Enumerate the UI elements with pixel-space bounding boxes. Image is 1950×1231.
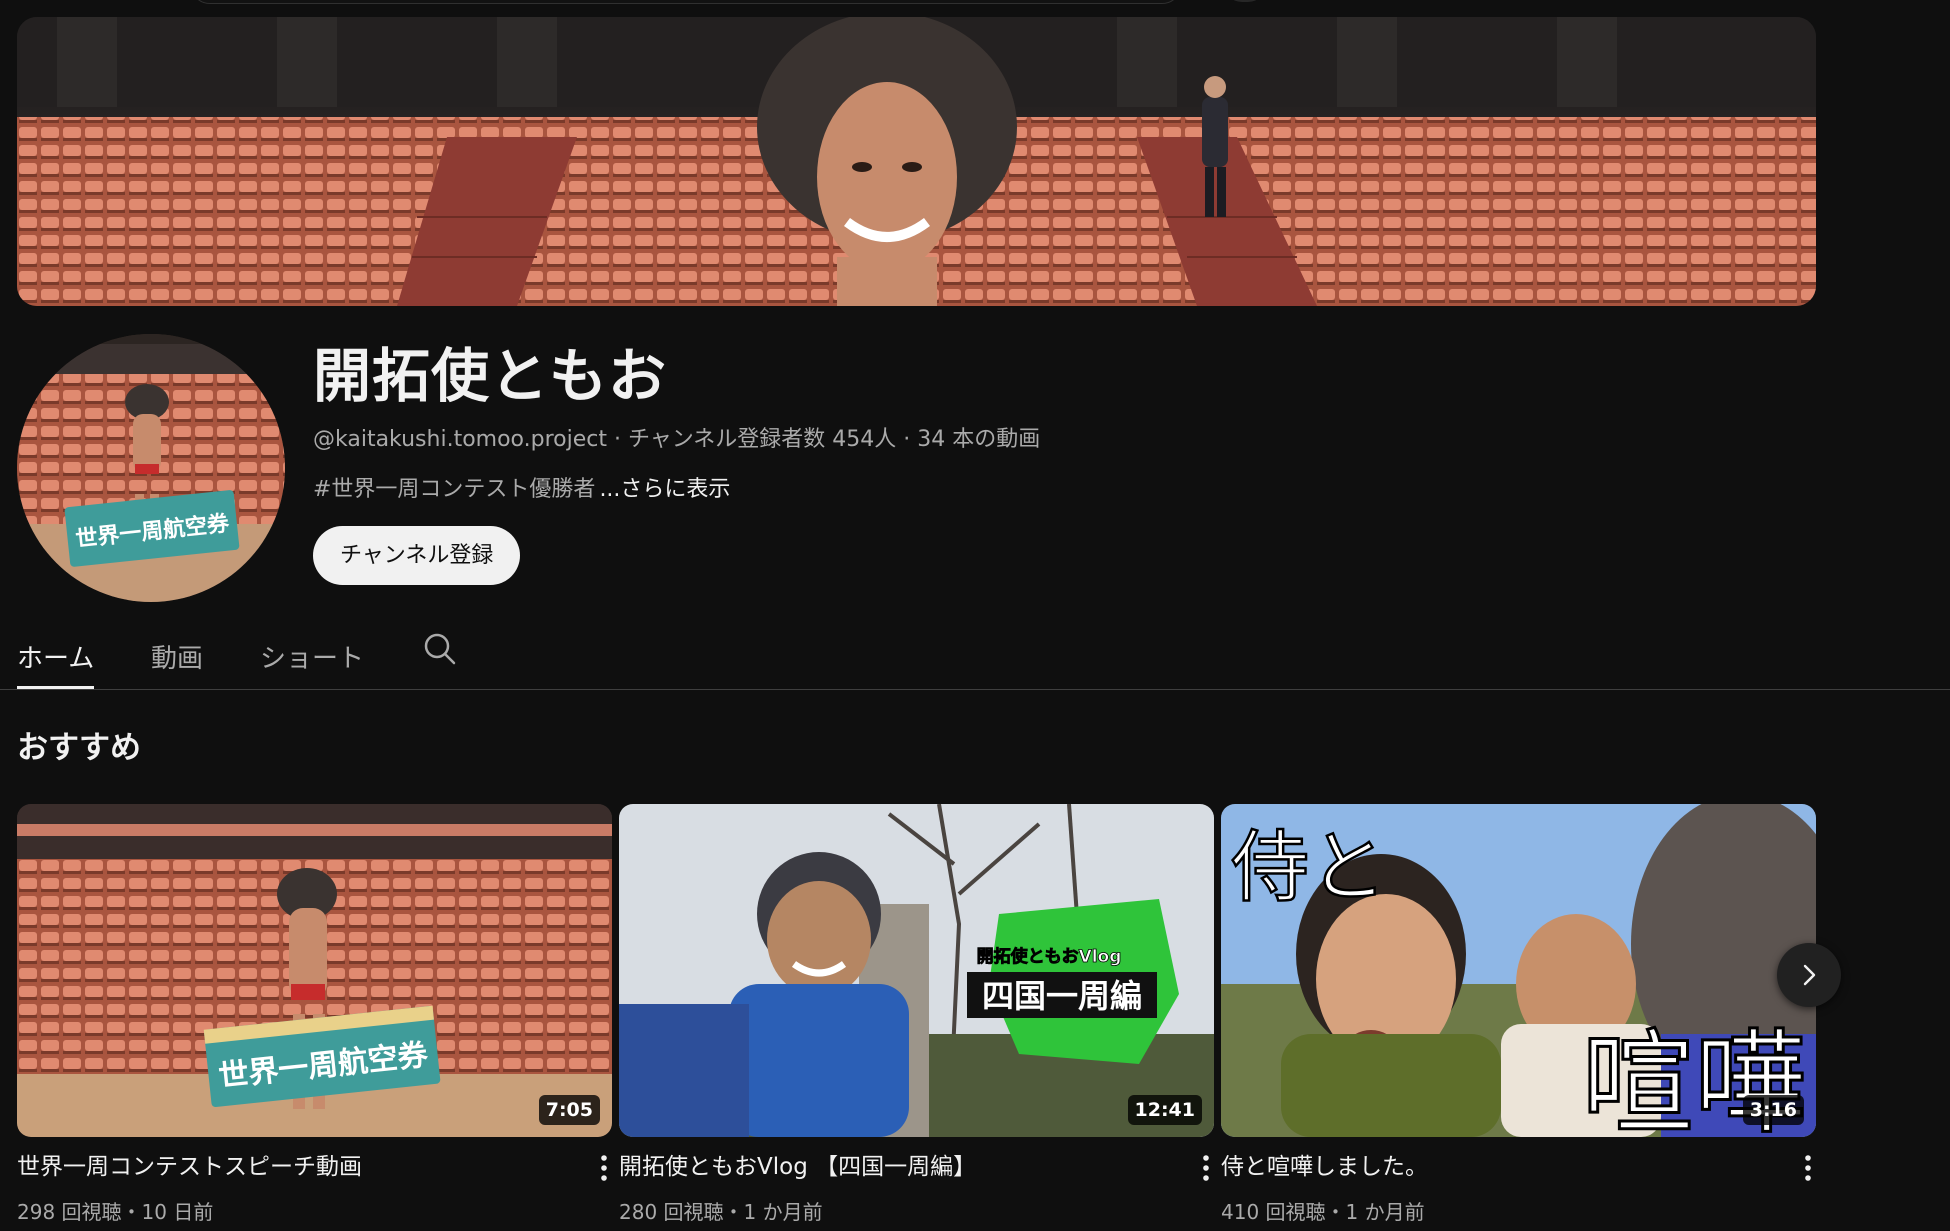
channel-banner	[17, 17, 1816, 306]
video-title[interactable]: 開拓使ともおVlog 【四国一周編】	[619, 1150, 1159, 1184]
video-card[interactable]: 侍と 喧嘩 3:16 侍と喧嘩しました。 410 回視聴・1 か月前	[1221, 804, 1816, 1224]
video-meta: 298 回視聴・10 日前	[17, 1200, 214, 1224]
banner-image	[17, 17, 1816, 306]
section-title: おすすめ	[17, 730, 141, 766]
video-title[interactable]: 侍と喧嘩しました。	[1221, 1150, 1761, 1184]
voice-search-button[interactable]	[1224, 0, 1266, 2]
meta-separator: ·	[606, 427, 628, 452]
show-more-link[interactable]: ...さらに表示	[599, 477, 730, 502]
channel-page: 世界一周航空券 開拓使ともお @kaitakushi.tomoo.project…	[0, 0, 1950, 1231]
video-duration: 7:05	[538, 1095, 600, 1125]
more-vert-icon[interactable]	[592, 1152, 616, 1184]
chevron-right-icon	[1803, 964, 1816, 986]
subscribe-button[interactable]: チャンネル登録	[313, 526, 521, 585]
top-search-box[interactable]	[190, 0, 1182, 4]
video-meta: 280 回視聴・1 か月前	[619, 1200, 823, 1224]
thumb-top-text: 侍と	[1231, 823, 1387, 913]
meta-separator: ·	[896, 427, 918, 452]
avatar-image: 世界一周航空券	[17, 334, 285, 602]
thumb-big-text: 四国一周編	[982, 977, 1142, 1015]
video-count: 34 本の動画	[917, 427, 1041, 452]
thumb-small-text: 開拓使ともおVlog	[977, 946, 1122, 967]
video-thumbnail[interactable]: 世界一周航空券 7:05	[17, 804, 612, 1137]
channel-tabs: ホーム 動画 ショート	[0, 624, 1950, 690]
channel-description[interactable]: #世界一周コンテスト優勝者 ...さらに表示	[313, 474, 730, 506]
video-title[interactable]: 世界一周コンテストスピーチ動画	[17, 1150, 557, 1184]
video-card[interactable]: 世界一周航空券 7:05 世界一周コンテストスピーチ動画 298 回視聴・10 …	[17, 804, 612, 1224]
channel-meta: @kaitakushi.tomoo.project · チャンネル登録者数 45…	[313, 424, 1040, 456]
more-vert-icon[interactable]	[1194, 1152, 1218, 1184]
description-text: #世界一周コンテスト優勝者	[313, 477, 596, 502]
video-thumbnail[interactable]: 侍と 喧嘩 3:16	[1221, 804, 1816, 1137]
video-thumbnail[interactable]: 開拓使ともおVlog 四国一周編 12:41	[619, 804, 1214, 1137]
tab-home[interactable]: ホーム	[17, 634, 95, 689]
tab-shorts[interactable]: ショート	[260, 634, 364, 684]
thumbnail-image: 侍と 喧嘩	[1221, 804, 1816, 1137]
channel-handle[interactable]: @kaitakushi.tomoo.project	[313, 427, 607, 452]
video-meta: 410 回視聴・1 か月前	[1221, 1200, 1425, 1224]
video-duration: 12:41	[1127, 1095, 1202, 1125]
more-vert-icon[interactable]	[1796, 1152, 1820, 1184]
shelf-next-button[interactable]	[1777, 943, 1841, 1007]
channel-name: 開拓使ともお	[313, 342, 668, 410]
channel-avatar[interactable]: 世界一周航空券	[17, 334, 285, 602]
subscriber-count: チャンネル登録者数 454人	[627, 427, 897, 452]
search-icon[interactable]	[423, 632, 457, 666]
video-duration: 3:16	[1742, 1095, 1804, 1125]
thumbnail-image: 世界一周航空券	[17, 804, 612, 1137]
thumbnail-image: 開拓使ともおVlog 四国一周編	[619, 804, 1214, 1137]
tab-videos[interactable]: 動画	[151, 634, 203, 684]
video-card[interactable]: 開拓使ともおVlog 四国一周編 12:41 開拓使ともおVlog 【四国一周編…	[619, 804, 1214, 1224]
